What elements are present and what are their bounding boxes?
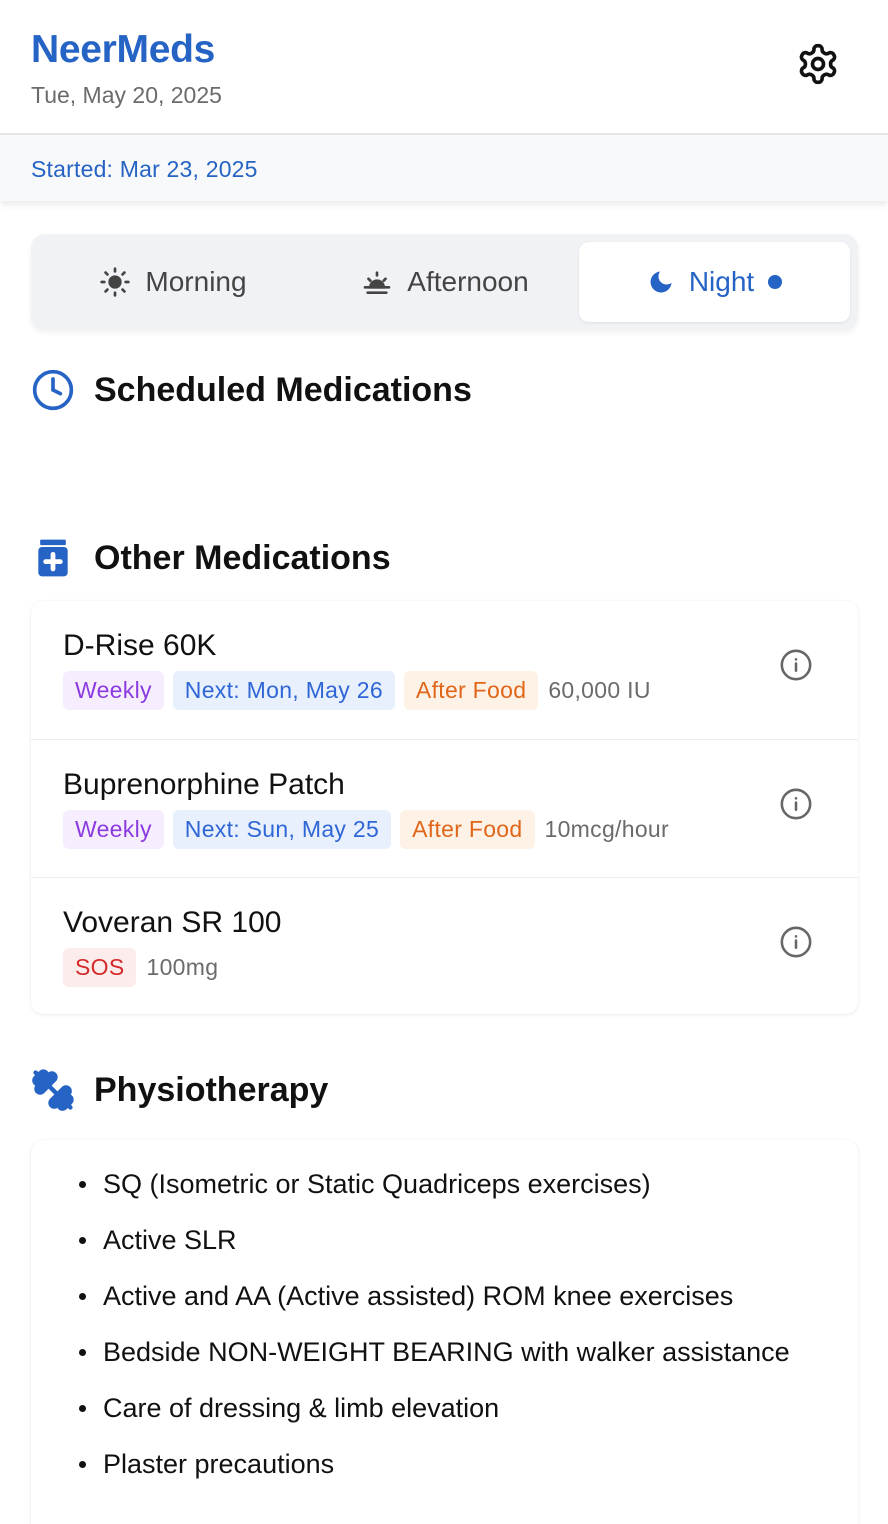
settings-button[interactable]	[790, 38, 846, 94]
tab-label: Morning	[145, 266, 247, 297]
info-button[interactable]	[779, 787, 813, 826]
medication-item[interactable]: Buprenorphine Patch Weekly Next: Sun, Ma…	[31, 739, 858, 877]
started-bar: Started: Mar 23, 2025	[0, 135, 888, 201]
list-item: Bedside NON-WEIGHT BEARING with walker a…	[73, 1338, 790, 1394]
list-item: Active SLR	[73, 1226, 790, 1282]
list-item: SQ (Isometric or Static Quadriceps exerc…	[73, 1170, 790, 1226]
sunset-icon	[361, 266, 393, 298]
other-medications-list: D-Rise 60K Weekly Next: Mon, May 26 Afte…	[31, 601, 858, 1014]
medication-item[interactable]: Voveran SR 100 SOS 100mg	[31, 877, 858, 1015]
physiotherapy-card: SQ (Isometric or Static Quadriceps exerc…	[31, 1140, 858, 1524]
app-title: NeerMeds	[31, 28, 216, 71]
list-item: Care of dressing & limb elevation	[73, 1394, 790, 1450]
current-date: Tue, May 20, 2025	[31, 82, 222, 108]
info-icon	[779, 787, 813, 826]
next-dose-badge: Next: Mon, May 26	[172, 671, 395, 710]
active-indicator-dot	[768, 275, 783, 289]
dose-text: 10mcg/hour	[544, 816, 669, 842]
medicine-bottle-icon	[31, 536, 77, 580]
started-date: Started: Mar 23, 2025	[31, 156, 258, 182]
gear-icon	[796, 42, 840, 91]
list-item: Active and AA (Active assisted) ROM knee…	[73, 1282, 790, 1338]
physiotherapy-header: Physiotherapy	[31, 1065, 328, 1115]
section-title: Other Medications	[94, 538, 391, 577]
sun-icon	[99, 266, 131, 298]
dose-text: 100mg	[146, 954, 219, 980]
info-icon	[779, 648, 813, 687]
dumbbell-icon	[31, 1068, 77, 1112]
frequency-badge: Weekly	[63, 671, 164, 710]
timing-badge: After Food	[403, 671, 539, 710]
info-button[interactable]	[779, 648, 813, 687]
medication-item[interactable]: D-Rise 60K Weekly Next: Mon, May 26 Afte…	[31, 601, 858, 739]
frequency-badge: Weekly	[63, 810, 164, 849]
info-button[interactable]	[779, 925, 813, 964]
dose-text: 60,000 IU	[548, 677, 651, 703]
next-dose-badge: Next: Sun, May 25	[172, 810, 392, 849]
medication-tags: SOS 100mg	[63, 948, 218, 987]
time-of-day-tabs: Morning Afternoon Night	[31, 234, 858, 330]
tab-label: Night	[688, 266, 755, 297]
app-header: NeerMeds Tue, May 20, 2025	[0, 0, 888, 135]
tab-label: Afternoon	[407, 266, 529, 297]
tab-night[interactable]: Night	[579, 242, 850, 322]
moon-icon	[647, 268, 675, 296]
medication-tags: Weekly Next: Mon, May 26 After Food 60,0…	[63, 671, 651, 710]
section-title: Physiotherapy	[94, 1070, 329, 1109]
clock-icon	[31, 368, 77, 412]
tab-morning[interactable]: Morning	[39, 242, 307, 322]
section-title: Scheduled Medications	[94, 370, 472, 409]
medication-name: Buprenorphine Patch	[63, 768, 345, 801]
other-medications-header: Other Medications	[31, 533, 391, 583]
tab-afternoon[interactable]: Afternoon	[311, 242, 579, 322]
medication-tags: Weekly Next: Sun, May 25 After Food 10mc…	[63, 810, 669, 849]
physiotherapy-list: SQ (Isometric or Static Quadriceps exerc…	[73, 1170, 790, 1506]
list-item: Plaster precautions	[73, 1450, 790, 1506]
timing-badge: After Food	[400, 810, 535, 849]
medication-name: Voveran SR 100	[63, 906, 282, 939]
scheduled-medications-header: Scheduled Medications	[31, 365, 472, 415]
info-icon	[779, 925, 813, 964]
medication-name: D-Rise 60K	[63, 629, 217, 662]
frequency-badge: SOS	[63, 948, 137, 987]
